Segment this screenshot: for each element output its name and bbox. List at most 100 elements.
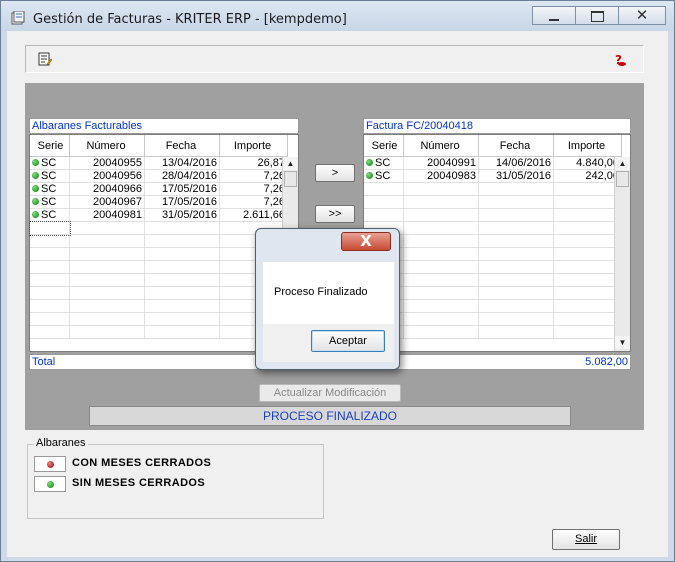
dialog-message: Proceso Finalizado	[274, 286, 368, 298]
status-dot-icon	[32, 198, 39, 205]
minimize-button[interactable]	[532, 6, 576, 25]
table-row[interactable]: SC 20040955 13/04/2016 26,87	[30, 157, 288, 170]
scroll-down-icon[interactable]: ▼	[615, 336, 630, 349]
empty-cell	[145, 222, 220, 235]
empty-cell	[70, 300, 145, 313]
empty-row	[364, 209, 622, 222]
legend-group: Albaranes CON MESES CERRADOS SIN MESES C…	[27, 437, 324, 519]
status-dot-icon	[366, 159, 373, 166]
empty-cell	[30, 300, 70, 313]
serie-text: SC	[41, 209, 57, 221]
empty-cell	[404, 313, 479, 326]
column-header[interactable]: Fecha	[479, 135, 554, 157]
scroll-up-icon[interactable]: ▲	[283, 157, 298, 170]
exit-label: Salir	[574, 533, 597, 545]
empty-cell	[404, 274, 479, 287]
column-header[interactable]: Número	[70, 135, 145, 157]
table-row[interactable]: SC 20040981 31/05/2016 2.611,66	[30, 209, 288, 222]
title-bar[interactable]: Gestión de Facturas - KRITER ERP - [kemp…	[1, 1, 674, 31]
empty-row	[364, 274, 622, 287]
table-row[interactable]: SC 20040967 17/05/2016 7,26	[30, 196, 288, 209]
table-row[interactable]: SC 20040983 31/05/2016 242,00	[364, 170, 622, 183]
legend-label: SIN MESES CERRADOS	[72, 477, 206, 489]
empty-cell	[145, 287, 220, 300]
legend-label: CON MESES CERRADOS	[72, 457, 212, 469]
right-grid-title: Factura FC/20040418	[363, 118, 631, 134]
date-cell: 17/05/2016	[145, 196, 220, 209]
empty-row	[364, 222, 622, 235]
empty-cell	[479, 196, 554, 209]
empty-cell	[145, 326, 220, 339]
right-scrollbar[interactable]: ▲ ▼	[614, 157, 630, 351]
close-button[interactable]: ✕	[618, 6, 666, 25]
scroll-thumb[interactable]	[616, 171, 629, 187]
column-header[interactable]: Número	[404, 135, 479, 157]
green-status-icon	[47, 481, 54, 488]
table-row[interactable]: SC 20040956 28/04/2016 7,26	[30, 170, 288, 183]
legend-item-closed: CON MESES CERRADOS	[34, 456, 314, 472]
serie-cell: SC	[30, 157, 70, 170]
close-icon: ✕	[635, 6, 649, 24]
status-dot-icon	[32, 172, 39, 179]
empty-row	[30, 287, 288, 300]
amount-cell: 26,87	[220, 157, 288, 170]
document-edit-icon[interactable]	[38, 52, 52, 66]
empty-cell	[30, 313, 70, 326]
scroll-thumb[interactable]	[284, 171, 297, 187]
empty-cell	[30, 248, 70, 261]
window-title: Gestión de Facturas - KRITER ERP - [kemp…	[33, 12, 347, 27]
serie-text: SC	[41, 157, 57, 169]
empty-cell	[554, 274, 622, 287]
empty-row	[30, 261, 288, 274]
status-dot-icon	[32, 185, 39, 192]
empty-cell	[404, 183, 479, 196]
column-header[interactable]: Serie	[30, 135, 70, 157]
amount-cell: 242,00	[554, 170, 622, 183]
empty-row	[364, 313, 622, 326]
empty-cell	[479, 313, 554, 326]
move-one-button[interactable]: >	[315, 164, 355, 182]
serie-text: SC	[375, 170, 391, 182]
amount-cell: 7,26	[220, 183, 288, 196]
update-button[interactable]: Actualizar Modificación	[259, 384, 401, 402]
column-header[interactable]: Importe	[554, 135, 622, 157]
empty-cell	[364, 196, 404, 209]
ok-button[interactable]: Aceptar	[311, 330, 385, 352]
exit-button[interactable]: Salir	[552, 529, 620, 550]
empty-cell	[479, 300, 554, 313]
amount-cell: 4.840,00	[554, 157, 622, 170]
legend-swatch-green	[34, 476, 66, 492]
empty-cell	[145, 313, 220, 326]
move-all-button[interactable]: >>	[315, 205, 355, 223]
empty-row	[30, 248, 288, 261]
serie-text: SC	[375, 157, 391, 169]
column-header[interactable]: Importe	[220, 135, 288, 157]
empty-cell	[404, 196, 479, 209]
empty-cell	[479, 222, 554, 235]
amount-cell: 2.611,66	[220, 209, 288, 222]
number-cell: 20040983	[404, 170, 479, 183]
column-header[interactable]: Fecha	[145, 135, 220, 157]
empty-row	[29, 221, 288, 236]
serie-text: SC	[41, 170, 57, 182]
empty-row	[364, 183, 622, 196]
empty-cell	[554, 209, 622, 222]
empty-cell	[30, 326, 70, 339]
empty-cell	[404, 235, 479, 248]
number-cell: 20040981	[70, 209, 145, 222]
empty-cell	[70, 313, 145, 326]
empty-cell	[145, 300, 220, 313]
dialog-body: Proceso Finalizado	[263, 262, 394, 324]
empty-row	[364, 300, 622, 313]
table-row[interactable]: SC 20040991 14/06/2016 4.840,00	[364, 157, 622, 170]
status-text: PROCESO FINALIZADO	[89, 406, 571, 426]
table-row[interactable]: SC 20040966 17/05/2016 7,26	[30, 183, 288, 196]
serie-cell: SC	[364, 157, 404, 170]
scroll-up-icon[interactable]: ▲	[615, 157, 630, 170]
empty-cell	[404, 261, 479, 274]
help-icon[interactable]: ?	[613, 53, 627, 67]
column-header[interactable]: Serie	[364, 135, 404, 157]
maximize-button[interactable]	[575, 6, 619, 25]
empty-cell	[479, 287, 554, 300]
dialog-close-button[interactable]: X	[341, 232, 391, 251]
